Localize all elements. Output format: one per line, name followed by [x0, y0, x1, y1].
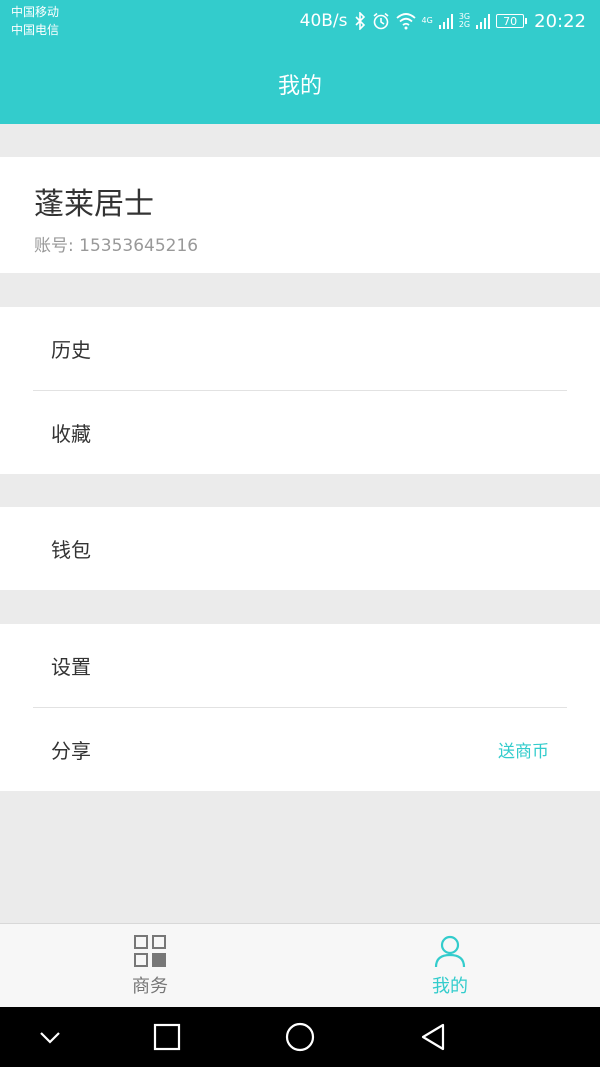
- carrier-info: 中国移动 中国电信: [11, 3, 59, 39]
- wifi-icon: [395, 13, 416, 30]
- user-name: 蓬莱居士: [34, 187, 154, 222]
- menu-group-history: 历史 收藏: [0, 307, 600, 474]
- grid-icon: [134, 935, 166, 967]
- menu-group-wallet: 钱包: [0, 507, 600, 590]
- account-number: 账号: 15353645216: [34, 236, 199, 256]
- tag-4g-text: 4G: [421, 16, 433, 25]
- history-label: 历史: [51, 338, 91, 362]
- menu-item-share[interactable]: 分享 送商币: [0, 708, 600, 791]
- carrier-2: 中国电信: [11, 23, 60, 37]
- bluetooth-icon: [354, 12, 365, 30]
- chevron-down-icon[interactable]: [33, 1020, 67, 1054]
- signal-tag-4g: 4G: [422, 17, 433, 25]
- system-nav-bar: [0, 1007, 600, 1067]
- tab-business[interactable]: 商务: [0, 924, 300, 1008]
- share-reward-text: 送商币: [498, 742, 549, 762]
- alarm-icon: [373, 12, 389, 30]
- clock: 20:22: [534, 10, 586, 32]
- recent-apps-icon[interactable]: [150, 1020, 184, 1054]
- network-speed: 40B/s: [299, 11, 348, 31]
- tab-mine[interactable]: 我的: [300, 924, 600, 1008]
- signal-strength-icon-2: [476, 14, 491, 29]
- menu-group-settings: 设置 分享 送商币: [0, 624, 600, 791]
- page-title: 我的: [277, 74, 322, 99]
- home-icon[interactable]: [283, 1020, 317, 1054]
- tag-2g-text: 2G: [458, 20, 471, 29]
- app-header: 我的: [0, 44, 600, 124]
- status-icons: 40B/s 4G 3G 2G 70 20:22: [300, 8, 586, 34]
- back-icon[interactable]: [416, 1020, 450, 1054]
- menu-item-wallet[interactable]: 钱包: [0, 507, 600, 590]
- share-label: 分享: [51, 739, 91, 763]
- person-icon: [434, 935, 466, 968]
- bottom-nav: 商务 我的: [0, 923, 600, 1007]
- settings-label: 设置: [51, 655, 91, 679]
- carrier-1: 中国移动: [11, 5, 60, 19]
- favorites-label: 收藏: [51, 422, 91, 446]
- signal-tag-3g-2g: 3G 2G: [459, 13, 470, 29]
- tab-mine-label: 我的: [432, 976, 468, 997]
- tab-business-label: 商务: [132, 976, 168, 997]
- status-bar: 中国移动 中国电信 40B/s 4G 3G 2G 70 20:22: [0, 0, 600, 44]
- profile-card[interactable]: 蓬莱居士 账号: 15353645216: [0, 157, 600, 273]
- menu-item-history[interactable]: 历史: [0, 307, 600, 390]
- wallet-label: 钱包: [51, 538, 91, 562]
- battery-indicator: 70: [496, 14, 528, 28]
- menu-item-favorites[interactable]: 收藏: [0, 391, 600, 474]
- signal-strength-icon-1: [438, 14, 453, 29]
- menu-item-settings[interactable]: 设置: [0, 624, 600, 707]
